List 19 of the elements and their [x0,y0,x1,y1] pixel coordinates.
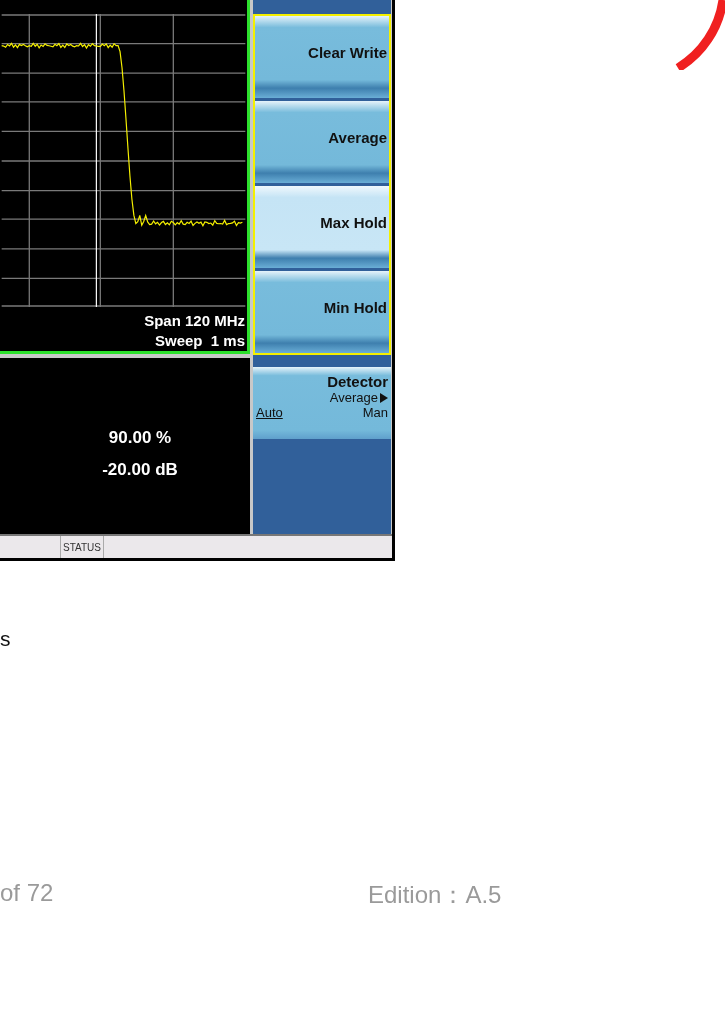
status-label: STATUS [60,536,104,558]
page-number: of 72 [0,879,55,908]
detector-value: Average [329,390,378,405]
edition-label: Edition：A.5 [368,880,503,910]
softkey-button[interactable]: Min Hold [255,271,389,353]
submenu-arrow-icon [380,392,388,403]
detector-option: Man [362,405,388,420]
sweep-label: Sweep 1 ms [154,331,245,351]
softkey-button[interactable]: Clear Write [255,16,389,98]
softkey-button[interactable]: Average [255,101,389,183]
detector-softkey[interactable]: Detector Average Auto Man [253,367,391,439]
result-value: -20.00 dB [102,459,178,480]
softkey-button[interactable]: Max Hold [255,186,389,268]
body-text: s [0,627,12,651]
softkey-title: Detector [326,373,388,390]
result-value: 90.00 % [108,427,172,448]
seal-stamp-drawing [675,0,725,70]
span-label: Span 120 MHz [144,311,245,331]
detector-option: Auto [256,405,283,420]
